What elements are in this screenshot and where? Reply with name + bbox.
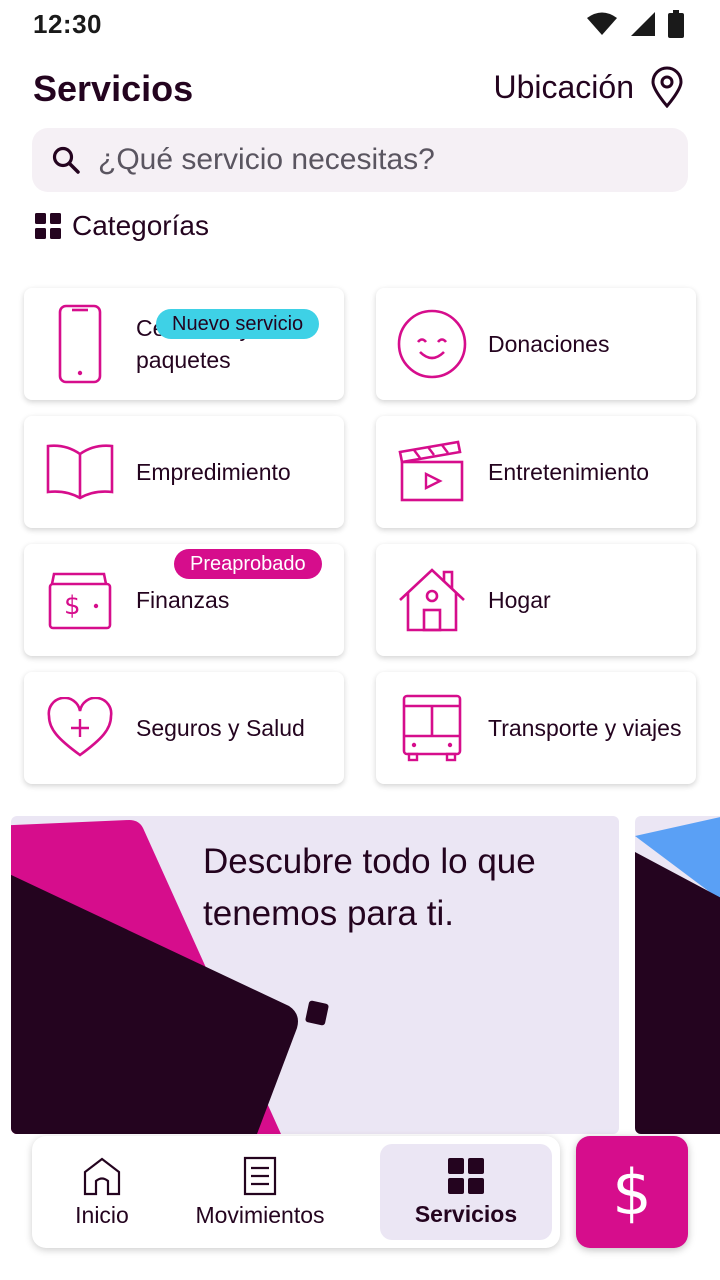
category-card-donaciones[interactable]: Donaciones	[376, 288, 696, 400]
new-service-badge: Nuevo servicio	[156, 309, 320, 339]
nav-item-inicio[interactable]: Inicio	[46, 1144, 158, 1240]
location-label: Ubicación	[493, 68, 634, 105]
category-label: Empredimiento	[136, 459, 291, 485]
book-icon	[44, 432, 116, 512]
promo-banner[interactable]: Descubre todo lo que tenemos para ti.	[11, 816, 619, 1134]
nav-label: Inicio	[75, 1201, 129, 1228]
signal-icon	[631, 12, 655, 36]
phone-icon	[44, 304, 116, 384]
home-icon	[83, 1157, 121, 1195]
category-label: Seguros y Salud	[136, 715, 305, 741]
category-card-emprendimiento[interactable]: Empredimiento	[24, 416, 344, 528]
page-title: Servicios	[33, 68, 194, 109]
location-button[interactable]: Ubicación	[493, 66, 684, 108]
category-label: Donaciones	[488, 331, 610, 357]
nav-item-servicios[interactable]: Servicios	[380, 1144, 552, 1240]
wifi-icon	[587, 12, 617, 35]
status-icons	[586, 10, 684, 38]
categories-heading: Categorías	[34, 210, 209, 242]
search-icon	[52, 146, 80, 174]
promo-banner-next[interactable]	[635, 816, 720, 1134]
category-label: Hogar	[488, 587, 551, 613]
heart-plus-icon	[44, 688, 116, 768]
preapproved-badge: Preaprobado	[174, 549, 322, 579]
category-card-entretenimiento[interactable]: Entretenimiento	[376, 416, 696, 528]
cards-illustration	[635, 817, 720, 1134]
search-bar[interactable]	[32, 128, 688, 192]
smile-icon	[396, 304, 468, 384]
receipt-icon	[243, 1156, 277, 1195]
category-label: Transporte y viajes	[488, 715, 682, 741]
status-time: 12:30	[33, 9, 102, 39]
nav-label: Servicios	[414, 1200, 518, 1227]
category-card-transporte[interactable]: Transporte y viajes	[376, 672, 696, 784]
clapperboard-icon	[396, 432, 468, 512]
banner-text: Descubre todo lo que tenemos para ti.	[203, 842, 536, 933]
category-card-seguros[interactable]: Seguros y Salud	[24, 672, 344, 784]
category-card-hogar[interactable]: Hogar	[376, 544, 696, 656]
nav-label: Movimientos	[195, 1201, 325, 1228]
category-label: Finanzas	[136, 587, 230, 613]
category-label: Entretenimiento	[488, 459, 650, 485]
bus-icon	[396, 688, 468, 768]
battery-icon	[668, 10, 684, 38]
nav-item-movimientos[interactable]: Movimientos	[180, 1144, 340, 1240]
dollar-icon: $	[612, 1155, 652, 1229]
payment-fab[interactable]: $	[576, 1136, 688, 1248]
search-input[interactable]	[98, 143, 638, 177]
bottom-nav: Inicio Movimientos Servicios	[32, 1136, 560, 1248]
category-card-finanzas[interactable]: $ Finanzas Preaprobado	[24, 544, 344, 656]
grid-icon	[35, 213, 61, 239]
grid-icon	[448, 1157, 484, 1194]
status-bar: 12:30	[0, 0, 720, 48]
wallet-icon: $	[44, 560, 116, 640]
location-pin-icon	[651, 66, 683, 108]
category-card-celulares[interactable]: Celulares y paquetes Nuevo servicio	[24, 288, 344, 400]
house-icon	[396, 560, 468, 640]
categories-label: Categorías	[72, 210, 209, 241]
svg-text:$: $	[64, 591, 81, 621]
